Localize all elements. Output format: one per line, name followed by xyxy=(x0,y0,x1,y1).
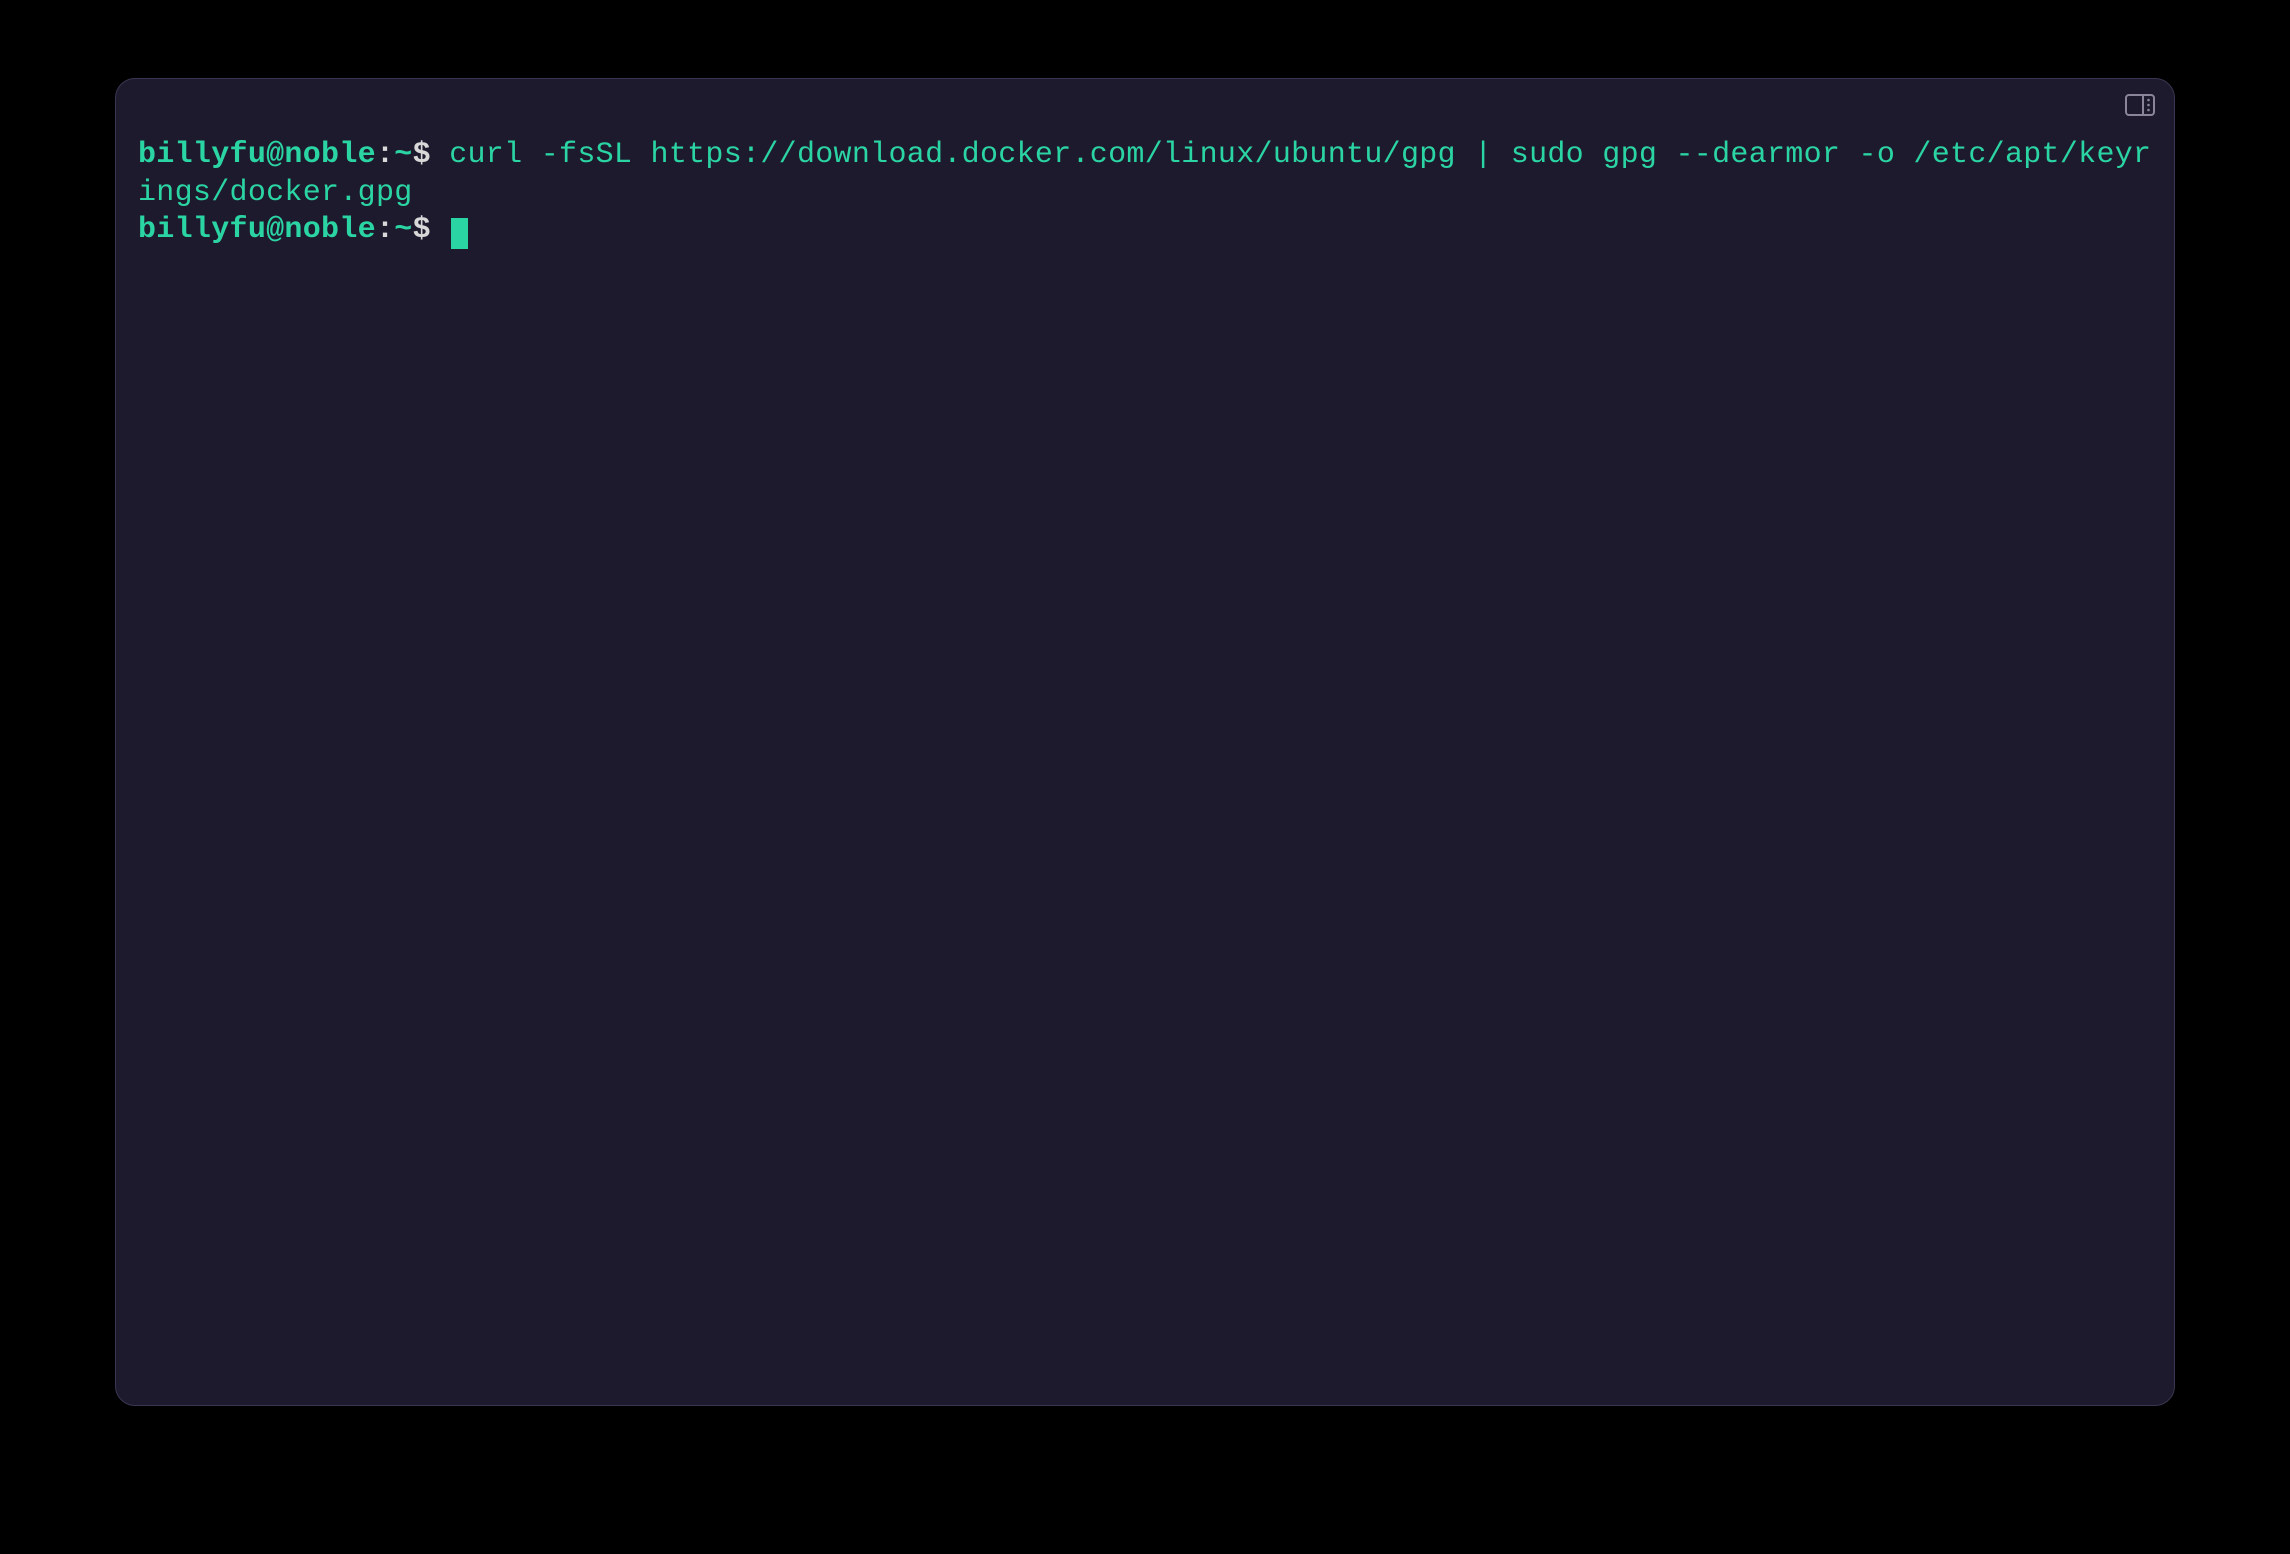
prompt-symbol: $ xyxy=(413,213,431,247)
window-controls xyxy=(2124,93,2156,117)
command-text: curl -fsSL https://download.docker.com/l… xyxy=(138,138,2151,210)
prompt-user-host: billyfu@noble xyxy=(138,213,376,247)
terminal-window[interactable]: billyfu@noble:~$ curl -fsSL https://down… xyxy=(115,78,2175,1406)
terminal-line-1: billyfu@noble:~$ curl -fsSL https://down… xyxy=(138,137,2152,212)
prompt-separator: : xyxy=(376,213,394,247)
prompt-separator: : xyxy=(376,138,394,172)
terminal-line-2: billyfu@noble:~$ xyxy=(138,212,2152,250)
prompt-path: ~ xyxy=(394,138,412,172)
prompt-user-host: billyfu@noble xyxy=(138,138,376,172)
prompt-symbol: $ xyxy=(413,138,431,172)
cursor xyxy=(451,218,468,249)
command-text xyxy=(431,213,449,247)
panel-toggle-icon[interactable] xyxy=(2124,93,2156,117)
prompt-path: ~ xyxy=(394,213,412,247)
terminal-content[interactable]: billyfu@noble:~$ curl -fsSL https://down… xyxy=(116,79,2174,272)
